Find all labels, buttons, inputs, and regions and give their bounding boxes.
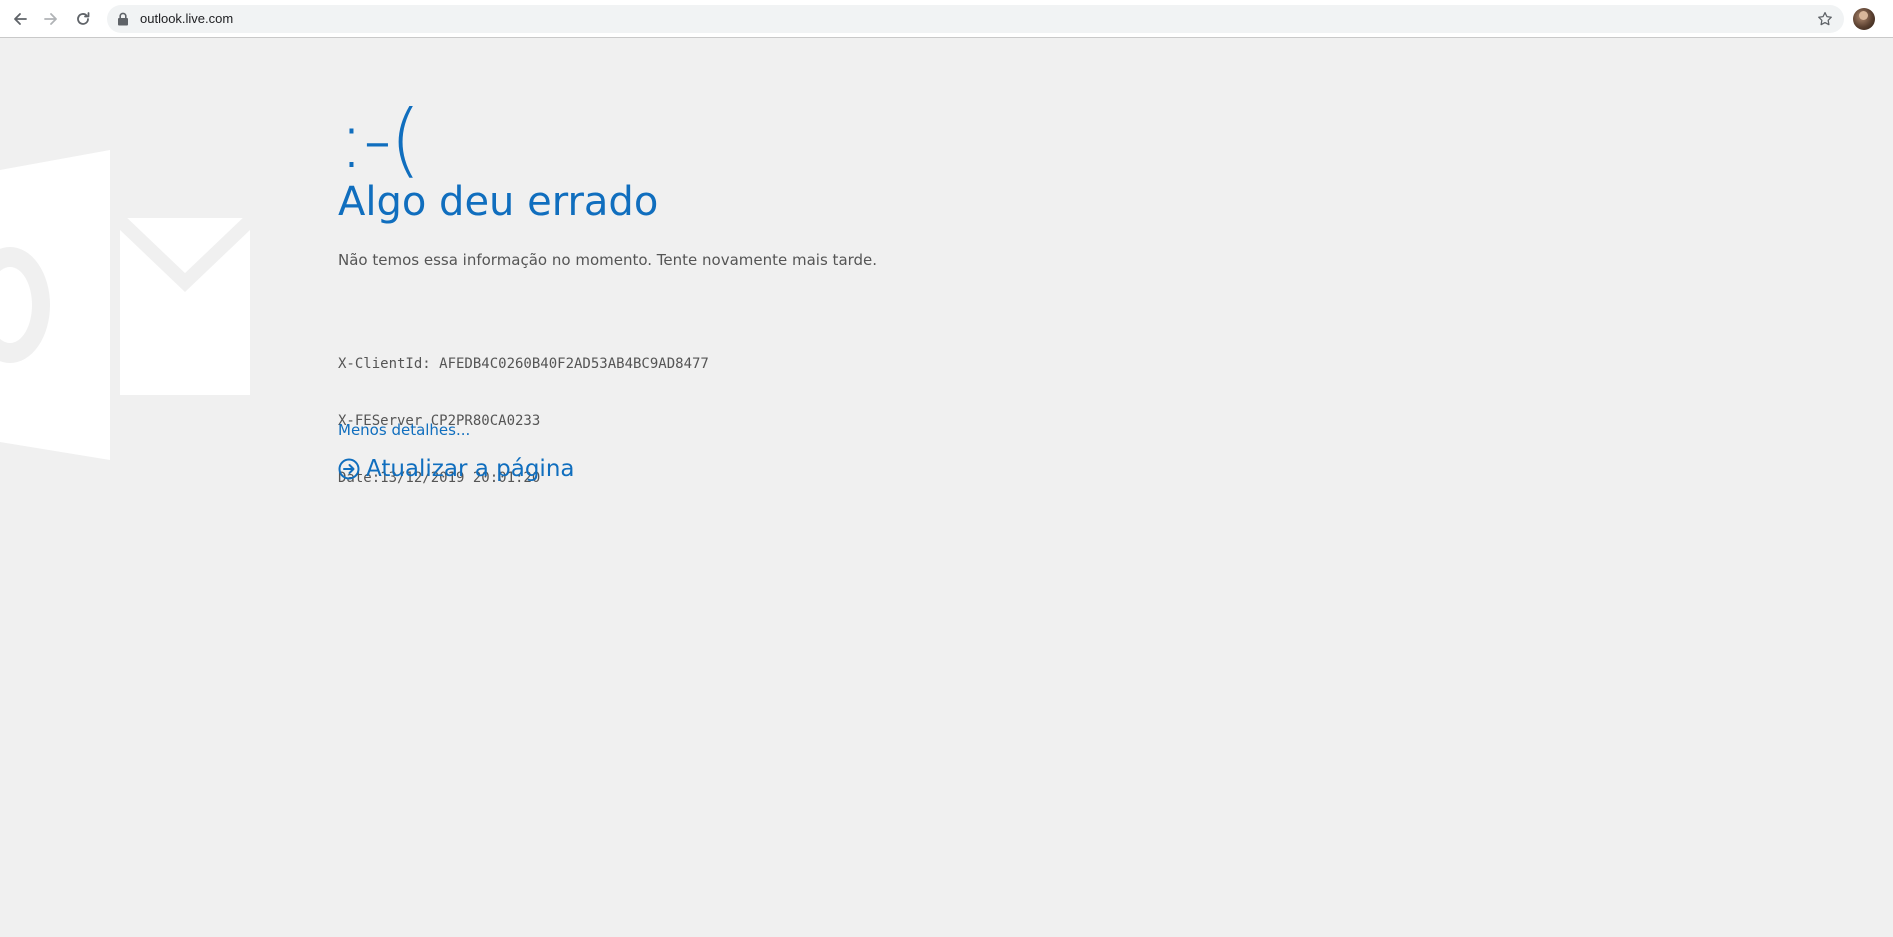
profile-avatar[interactable] [1853,8,1875,30]
url-text[interactable]: outlook.live.com [140,11,233,26]
circle-arrow-right-icon[interactable] [338,458,360,480]
less-details-link[interactable]: Menos detalhes... [338,421,470,439]
diagnostic-client-id: X-ClientId: AFEDB4C0260B40F2AD53AB4BC9AD… [338,356,709,372]
outlook-logo-watermark-icon [0,150,254,460]
star-icon[interactable] [1816,10,1834,28]
back-arrow-icon[interactable] [8,7,32,31]
refresh-page-label[interactable]: Atualizar a página [366,456,575,482]
browser-toolbar: outlook.live.com [0,0,1893,38]
reload-icon[interactable] [71,7,95,31]
address-bar[interactable]: outlook.live.com [107,5,1844,33]
sad-face-emoticon: :-( [338,93,421,186]
error-message: Não temos essa informação no momento. Te… [338,251,878,269]
lock-icon[interactable] [117,12,129,26]
forward-arrow-icon[interactable] [39,7,63,31]
refresh-page-link[interactable]: Atualizar a página [338,456,575,482]
page-title: Algo deu errado [338,179,659,225]
